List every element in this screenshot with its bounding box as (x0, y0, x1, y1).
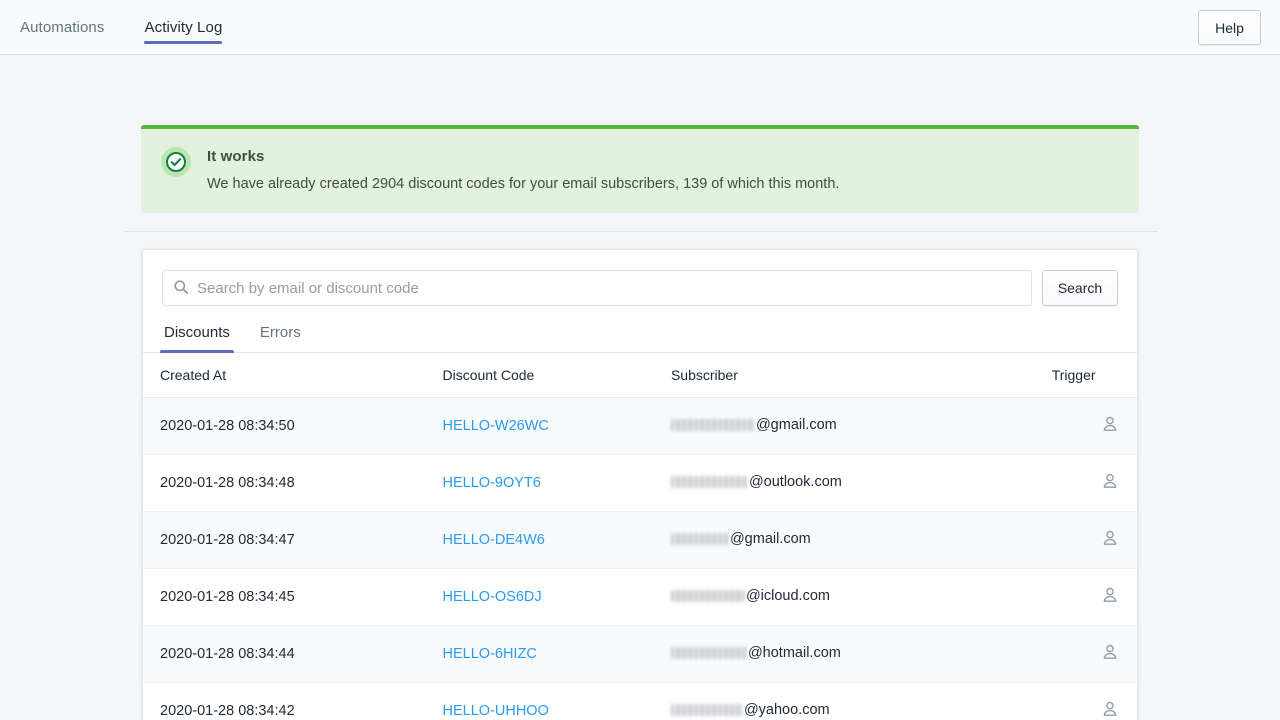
customer-icon (1101, 529, 1119, 551)
subscriber-email: @hotmail.com (670, 645, 841, 661)
search-field (162, 270, 1032, 306)
table-header: Created At Discount Code Subscriber Trig… (143, 353, 1137, 398)
discount-code-link[interactable]: HELLO-OS6DJ (443, 589, 542, 605)
cell-discount-code: HELLO-DE4W6 (442, 511, 671, 569)
cell-discount-code: HELLO-6HIZC (442, 625, 671, 683)
search-row: Search (143, 250, 1137, 306)
discount-code-link[interactable]: HELLO-6HIZC (443, 646, 537, 662)
column-header-subscriber: Subscriber (670, 353, 1052, 398)
cell-subscriber: @gmail.com (670, 397, 1052, 455)
subscriber-email: @outlook.com (670, 474, 842, 490)
tab-discounts-label: Discounts (164, 324, 230, 341)
cell-discount-code: HELLO-OS6DJ (442, 568, 671, 626)
success-banner-text: We have already created 2904 discount co… (207, 176, 840, 192)
cell-subscriber: @icloud.com (670, 568, 1052, 626)
cell-discount-code: HELLO-W26WC (442, 397, 671, 455)
card-tab-list: Discounts Errors (143, 318, 1137, 353)
cell-created-at: 2020-01-28 08:34:47 (143, 511, 443, 569)
search-input[interactable] (162, 270, 1032, 306)
cell-created-at: 2020-01-28 08:34:44 (143, 625, 443, 683)
subscriber-email: @gmail.com (670, 417, 837, 433)
cell-discount-code: HELLO-9OYT6 (442, 454, 671, 512)
email-domain: @gmail.com (729, 531, 811, 547)
cell-trigger (1051, 625, 1137, 683)
redacted-email-local-part (670, 647, 747, 659)
column-header-discount-code: Discount Code (442, 353, 671, 398)
cell-subscriber: @gmail.com (670, 511, 1052, 569)
cell-discount-code: HELLO-UHHOO (442, 682, 671, 720)
top-tab-list: Automations Activity Log (0, 0, 242, 54)
tab-discounts[interactable]: Discounts (160, 318, 234, 353)
cell-created-at: 2020-01-28 08:34:42 (143, 682, 443, 720)
page-content: It works We have already created 2904 di… (0, 55, 1280, 720)
redacted-email-local-part (670, 476, 748, 488)
column-header-created-at: Created At (143, 353, 443, 398)
top-tab-automations-label: Automations (20, 18, 105, 36)
customer-icon (1101, 415, 1119, 437)
cell-created-at: 2020-01-28 08:34:50 (143, 397, 443, 455)
activity-log-card: Search Discounts Errors Created At Disco… (142, 249, 1138, 720)
success-check-icon (161, 147, 191, 177)
customer-icon (1101, 472, 1119, 494)
email-domain: @icloud.com (745, 588, 830, 604)
cell-trigger (1051, 568, 1137, 626)
cell-subscriber: @outlook.com (670, 454, 1052, 512)
help-button[interactable]: Help (1198, 10, 1261, 45)
discount-code-link[interactable]: HELLO-DE4W6 (443, 532, 545, 548)
table-row: 2020-01-28 08:34:47 HELLO-DE4W6 @gmail.com (143, 511, 1137, 569)
cell-created-at: 2020-01-28 08:34:48 (143, 454, 443, 512)
cell-subscriber: @hotmail.com (670, 625, 1052, 683)
email-domain: @yahoo.com (743, 702, 830, 718)
top-navigation-bar: Automations Activity Log Help (0, 0, 1280, 55)
redacted-email-local-part (670, 590, 745, 602)
tab-errors[interactable]: Errors (258, 318, 303, 352)
customer-icon (1101, 586, 1119, 608)
success-banner-body: It works We have already created 2904 di… (207, 146, 839, 194)
search-button[interactable]: Search (1042, 270, 1118, 306)
column-header-trigger: Trigger (1051, 353, 1137, 398)
top-tab-activity-log[interactable]: Activity Log (124, 0, 242, 54)
discount-code-link[interactable]: HELLO-9OYT6 (443, 475, 541, 491)
subscriber-email: @gmail.com (670, 531, 811, 547)
cell-trigger (1051, 511, 1137, 569)
cell-subscriber: @yahoo.com (670, 682, 1052, 720)
top-tab-automations[interactable]: Automations (0, 0, 124, 54)
success-banner-title: It works (207, 148, 265, 165)
table-row: 2020-01-28 08:34:50 HELLO-W26WC @gmail.com (143, 397, 1137, 455)
email-domain: @hotmail.com (747, 645, 841, 661)
top-tab-activity-log-label: Activity Log (144, 18, 223, 36)
subscriber-email: @yahoo.com (670, 702, 830, 718)
tab-errors-label: Errors (259, 324, 301, 341)
table-row: 2020-01-28 08:34:48 HELLO-9OYT6 @outlook.c… (143, 454, 1137, 512)
table-row: 2020-01-28 08:34:42 HELLO-UHHOO @yahoo.com (143, 682, 1137, 720)
redacted-email-local-part (670, 704, 743, 716)
redacted-email-local-part (670, 419, 755, 431)
cell-trigger (1051, 397, 1137, 455)
customer-icon (1101, 700, 1119, 720)
email-domain: @outlook.com (748, 474, 842, 490)
section-divider (124, 231, 1158, 232)
redacted-email-local-part (670, 533, 729, 545)
discounts-table: Created At Discount Code Subscriber Trig… (143, 353, 1137, 720)
cell-created-at: 2020-01-28 08:34:45 (143, 568, 443, 626)
cell-trigger (1051, 454, 1137, 512)
success-banner: It works We have already created 2904 di… (141, 125, 1139, 213)
table-row: 2020-01-28 08:34:45 HELLO-OS6DJ @icloud.co… (143, 568, 1137, 626)
customer-icon (1101, 643, 1119, 665)
table-header-row: Created At Discount Code Subscriber Trig… (143, 353, 1137, 398)
discount-code-link[interactable]: HELLO-W26WC (443, 418, 549, 434)
subscriber-email: @icloud.com (670, 588, 830, 604)
cell-trigger (1051, 682, 1137, 720)
table-body: 2020-01-28 08:34:50 HELLO-W26WC @gmail.com… (143, 397, 1137, 720)
discount-code-link[interactable]: HELLO-UHHOO (443, 703, 549, 719)
table-row: 2020-01-28 08:34:44 HELLO-6HIZC @hotmail.c… (143, 625, 1137, 683)
email-domain: @gmail.com (755, 417, 837, 433)
